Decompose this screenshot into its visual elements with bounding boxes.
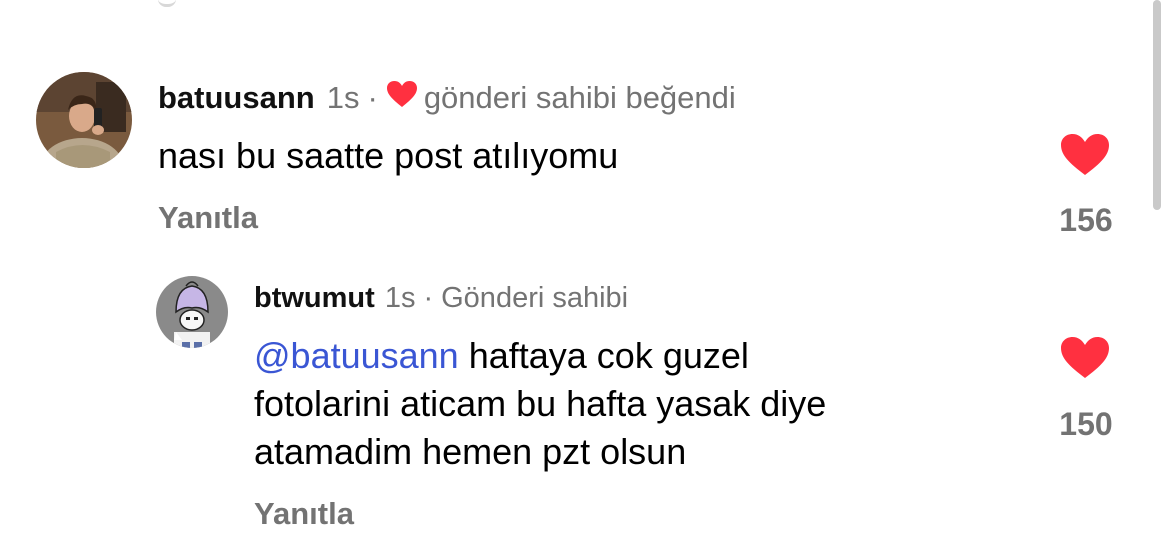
heart-filled-icon (1061, 337, 1109, 378)
separator-dot: · (367, 80, 378, 115)
heart-icon (386, 80, 418, 116)
reply-text-line: atamadim hemen pzt olsun (254, 431, 687, 472)
like-count: 150 (1059, 406, 1113, 442)
mention-link[interactable]: @batuusann (254, 335, 459, 376)
like-button[interactable] (1060, 336, 1110, 380)
comments-panel: batuusann 1s · gönderi sahibi beğendi na… (0, 0, 1169, 548)
reply-button[interactable]: Yanıtla (254, 496, 354, 532)
previous-item-edge (158, 0, 176, 7)
avatar[interactable] (156, 276, 228, 348)
reply-button[interactable]: Yanıtla (158, 200, 258, 236)
scrollbar[interactable] (1153, 0, 1161, 210)
liked-by-author-label: gönderi sahibi beğendi (423, 80, 736, 115)
like-button[interactable] (1060, 133, 1110, 177)
reply-text-line: fotolarini aticam bu hafta yasak diye (254, 383, 827, 424)
heart-filled-icon (1061, 134, 1109, 175)
post-author-badge: Gönderi sahibi (441, 281, 629, 314)
avatar[interactable] (36, 72, 132, 168)
reply-time: 1s (384, 281, 416, 314)
separator-dot: · (423, 281, 434, 314)
like-count: 156 (1059, 202, 1113, 238)
reply-text: @batuusann haftaya cok guzel fotolarini … (254, 332, 826, 476)
reply-text-line: haftaya cok guzel (468, 335, 749, 376)
comment-time: 1s (326, 80, 360, 115)
cartoon-character-avatar-icon (156, 276, 228, 348)
reply-username[interactable]: btwumut (254, 282, 375, 315)
comment-meta: batuusann 1s · gönderi sahibi beğendi (158, 78, 736, 118)
comment-text: nası bu saatte post atılıyomu (158, 135, 619, 176)
reply-meta: btwumut 1s · Gönderi sahibi (254, 280, 628, 316)
user-photo-avatar-icon (36, 72, 132, 168)
comment-username[interactable]: batuusann (158, 80, 315, 116)
